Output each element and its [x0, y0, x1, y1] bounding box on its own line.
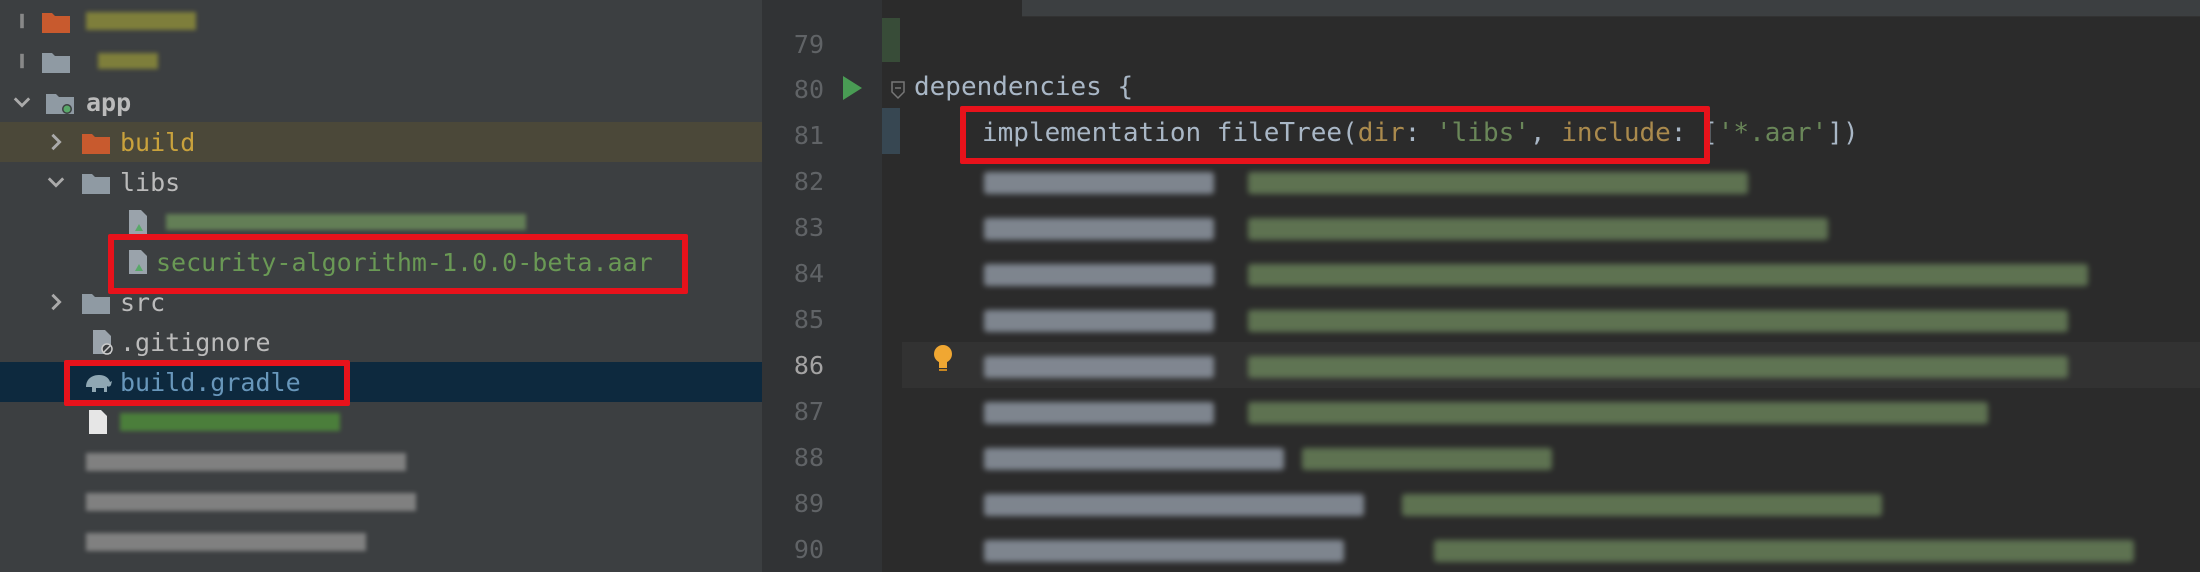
line-number: 84 — [793, 259, 824, 288]
line-number: 88 — [793, 443, 824, 472]
tree-item-obscured[interactable] — [0, 402, 762, 442]
code-line-80[interactable]: dependencies { — [914, 72, 1133, 102]
tree-item-obscured[interactable] — [0, 482, 762, 522]
fold-icon[interactable] — [890, 80, 906, 100]
gradle-elephant-icon — [82, 368, 114, 396]
tree-item-obscured[interactable] — [0, 442, 762, 482]
blurred-code — [1302, 448, 1552, 470]
ignore-file-icon — [86, 328, 118, 356]
tree-item-label: security-algorithm-1.0.0-beta.aar — [156, 247, 653, 277]
blurred-code — [984, 356, 1214, 378]
lightbulb-icon[interactable] — [930, 342, 956, 374]
blurred-code — [1402, 494, 1882, 516]
blurred-code — [1248, 402, 1988, 424]
blurred-code — [984, 172, 1214, 194]
folder-icon — [80, 168, 112, 196]
tree-item-app[interactable]: app — [0, 82, 762, 122]
tree-item-label: build.gradle — [120, 367, 301, 397]
code-editor[interactable]: 79 80 81 82 83 84 85 86 87 88 89 90 depe… — [762, 0, 2200, 572]
blurred-label — [120, 413, 340, 431]
tree-item-obscured[interactable] — [0, 1, 762, 41]
blurred-code — [984, 540, 1344, 562]
blurred-code — [1248, 218, 1828, 240]
tree-item-src[interactable]: src — [0, 282, 762, 322]
chevron-icon — [10, 49, 34, 73]
blurred-code — [1248, 310, 2068, 332]
library-file-icon — [122, 248, 154, 276]
tree-item-label: build — [120, 127, 196, 157]
blurred-code — [984, 448, 1284, 470]
line-number: 79 — [793, 30, 824, 59]
chevron-icon — [10, 9, 34, 33]
folder-icon — [40, 7, 72, 35]
vcs-modified-marker — [882, 108, 900, 154]
tree-item-build[interactable]: build — [0, 122, 762, 162]
folder-icon — [80, 288, 112, 316]
line-number: 83 — [793, 213, 824, 242]
chevron-right-icon[interactable] — [44, 130, 68, 154]
tree-item-label: libs — [120, 167, 181, 197]
tree-item-label: .gitignore — [120, 327, 271, 357]
file-icon — [82, 408, 114, 436]
project-tree: app build libs security-algorithm-1.0.0-… — [0, 0, 762, 572]
blurred-label — [98, 53, 158, 69]
tree-item-obscured[interactable] — [0, 522, 762, 562]
tree-item-label: src — [120, 287, 166, 317]
blurred-code — [984, 494, 1364, 516]
module-folder-icon — [44, 88, 76, 116]
line-number: 80 — [793, 75, 824, 104]
blurred-label — [166, 214, 526, 230]
blurred-label — [86, 453, 406, 471]
blurred-code — [1434, 540, 2134, 562]
library-file-icon — [122, 208, 154, 236]
line-number: 81 — [793, 121, 824, 150]
code-line-81[interactable]: implementation fileTree(dir: 'libs', inc… — [982, 118, 1859, 148]
tree-item-obscured-aar[interactable] — [0, 202, 762, 242]
blurred-code — [1248, 356, 2068, 378]
folder-icon — [80, 128, 112, 156]
blurred-code — [984, 310, 1214, 332]
tree-item-label: app — [86, 87, 132, 117]
vcs-added-marker — [882, 18, 900, 62]
blurred-code — [984, 402, 1214, 424]
line-number: 85 — [793, 305, 824, 334]
blurred-code — [984, 264, 1214, 286]
blurred-code — [1248, 172, 1748, 194]
tree-item-obscured[interactable] — [0, 41, 762, 81]
tree-item-libs[interactable]: libs — [0, 162, 762, 202]
folder-icon — [40, 47, 72, 75]
line-number: 86 — [793, 351, 824, 380]
chevron-down-icon[interactable] — [44, 170, 68, 194]
run-icon[interactable] — [840, 74, 864, 102]
blurred-label — [86, 12, 196, 30]
blurred-label — [86, 493, 416, 511]
tree-item-gitignore[interactable]: .gitignore — [0, 322, 762, 362]
blurred-code — [984, 218, 1214, 240]
line-number: 87 — [793, 397, 824, 426]
chevron-down-icon[interactable] — [10, 90, 34, 114]
blurred-code — [1248, 264, 2088, 286]
tree-item-build-gradle[interactable]: build.gradle — [0, 362, 762, 402]
chevron-right-icon[interactable] — [44, 290, 68, 314]
blurred-label — [86, 533, 366, 551]
line-number: 82 — [793, 167, 824, 196]
tree-item-security-algorithm-aar[interactable]: security-algorithm-1.0.0-beta.aar — [0, 242, 762, 282]
line-number: 90 — [793, 535, 824, 564]
line-number: 89 — [793, 489, 824, 518]
